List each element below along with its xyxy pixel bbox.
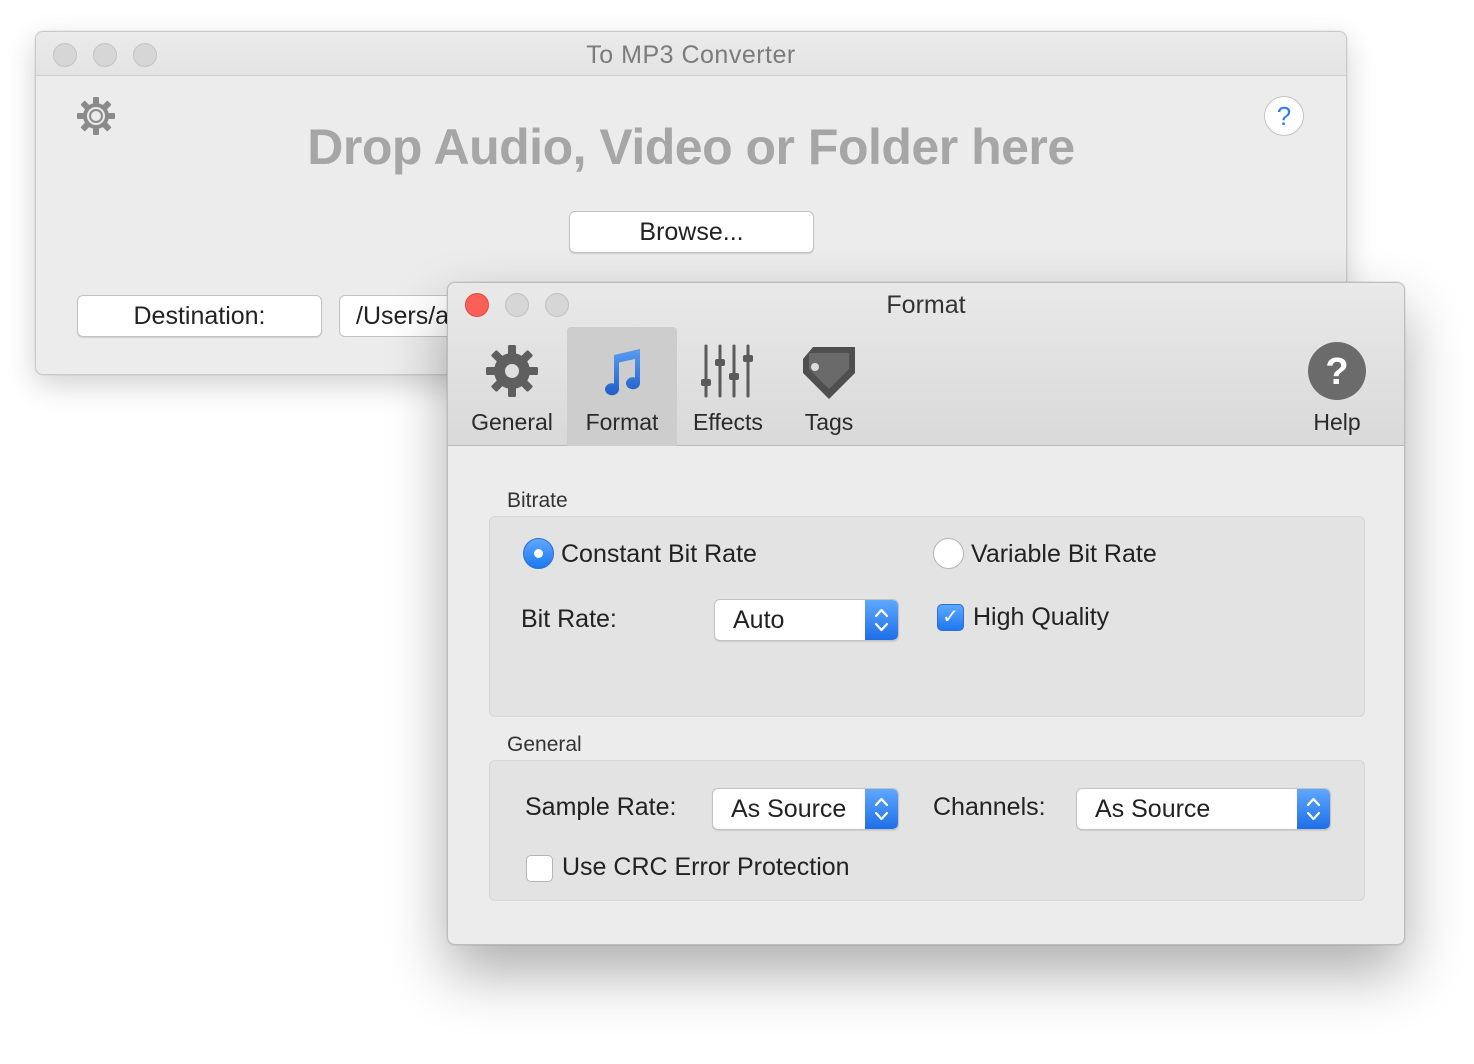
help-icon: ? <box>1307 341 1367 401</box>
chevron-updown-icon <box>865 789 898 829</box>
bit-rate-value: Auto <box>733 606 785 634</box>
toolbar-general-label: General <box>471 409 553 435</box>
variable-bit-rate-radio[interactable] <box>933 538 964 569</box>
bitrate-group: Constant Bit Rate Variable Bit Rate Bit … <box>489 516 1365 717</box>
high-quality-label[interactable]: High Quality <box>973 603 1109 632</box>
toolbar-format-tab[interactable]: Format <box>567 327 677 446</box>
sample-rate-label: Sample Rate: <box>525 793 677 821</box>
toolbar-help-label: Help <box>1313 409 1361 435</box>
variable-bit-rate-label[interactable]: Variable Bit Rate <box>971 540 1157 569</box>
gear-icon <box>482 341 542 401</box>
crc-error-protection-checkbox[interactable] <box>526 855 553 882</box>
format-toolbar: Format General Format Effects Tags ? Hel… <box>448 283 1404 446</box>
toolbar-effects-tab[interactable]: Effects <box>677 327 779 446</box>
window-title: Format <box>886 291 966 319</box>
channels-select[interactable]: As Source <box>1076 788 1331 830</box>
browse-button[interactable]: Browse... <box>569 211 814 253</box>
constant-bit-rate-radio[interactable] <box>523 538 554 569</box>
sample-rate-select[interactable]: As Source <box>712 788 899 830</box>
drop-zone-text[interactable]: Drop Audio, Video or Folder here <box>36 118 1346 176</box>
music-note-icon <box>592 341 652 401</box>
sample-rate-value: As Source <box>731 795 847 823</box>
sliders-icon <box>698 341 758 401</box>
toolbar-tags-tab[interactable]: Tags <box>781 327 877 446</box>
chevron-updown-icon <box>1297 789 1330 829</box>
window-title: To MP3 Converter <box>586 41 796 69</box>
destination-button[interactable]: Destination: <box>77 295 322 337</box>
toolbar-format-label: Format <box>585 409 659 435</box>
constant-bit-rate-label[interactable]: Constant Bit Rate <box>561 540 757 569</box>
general-group: Sample Rate: As Source Channels: As Sour… <box>489 760 1365 901</box>
format-window: Format General Format Effects Tags ? Hel… <box>447 282 1405 945</box>
bit-rate-label: Bit Rate: <box>521 605 617 633</box>
channels-label: Channels: <box>933 793 1046 821</box>
chevron-updown-icon <box>865 600 898 640</box>
tag-icon <box>799 341 859 401</box>
high-quality-checkbox[interactable]: ✓ <box>937 604 964 631</box>
channels-value: As Source <box>1095 795 1211 823</box>
bitrate-section-label: Bitrate <box>507 489 568 512</box>
toolbar-effects-label: Effects <box>693 409 763 435</box>
toolbar-tags-label: Tags <box>804 409 854 435</box>
svg-text:?: ? <box>1325 351 1348 393</box>
bit-rate-select[interactable]: Auto <box>714 599 899 641</box>
toolbar-general-tab[interactable]: General <box>460 327 564 446</box>
general-section-label: General <box>507 733 582 756</box>
toolbar-help-tab[interactable]: ? Help <box>1294 327 1380 446</box>
main-titlebar: To MP3 Converter <box>36 32 1346 76</box>
crc-error-protection-label[interactable]: Use CRC Error Protection <box>562 853 850 882</box>
